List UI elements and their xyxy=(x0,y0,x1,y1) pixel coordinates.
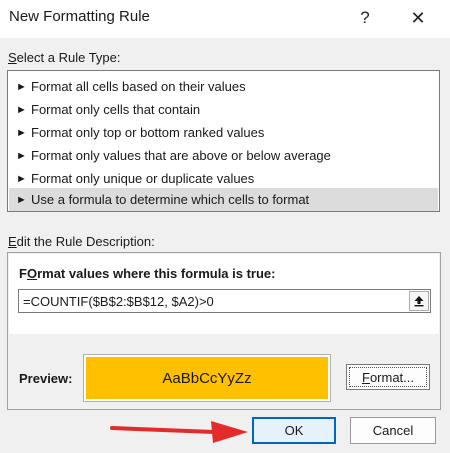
red-arrow-annotation-icon xyxy=(110,421,248,443)
